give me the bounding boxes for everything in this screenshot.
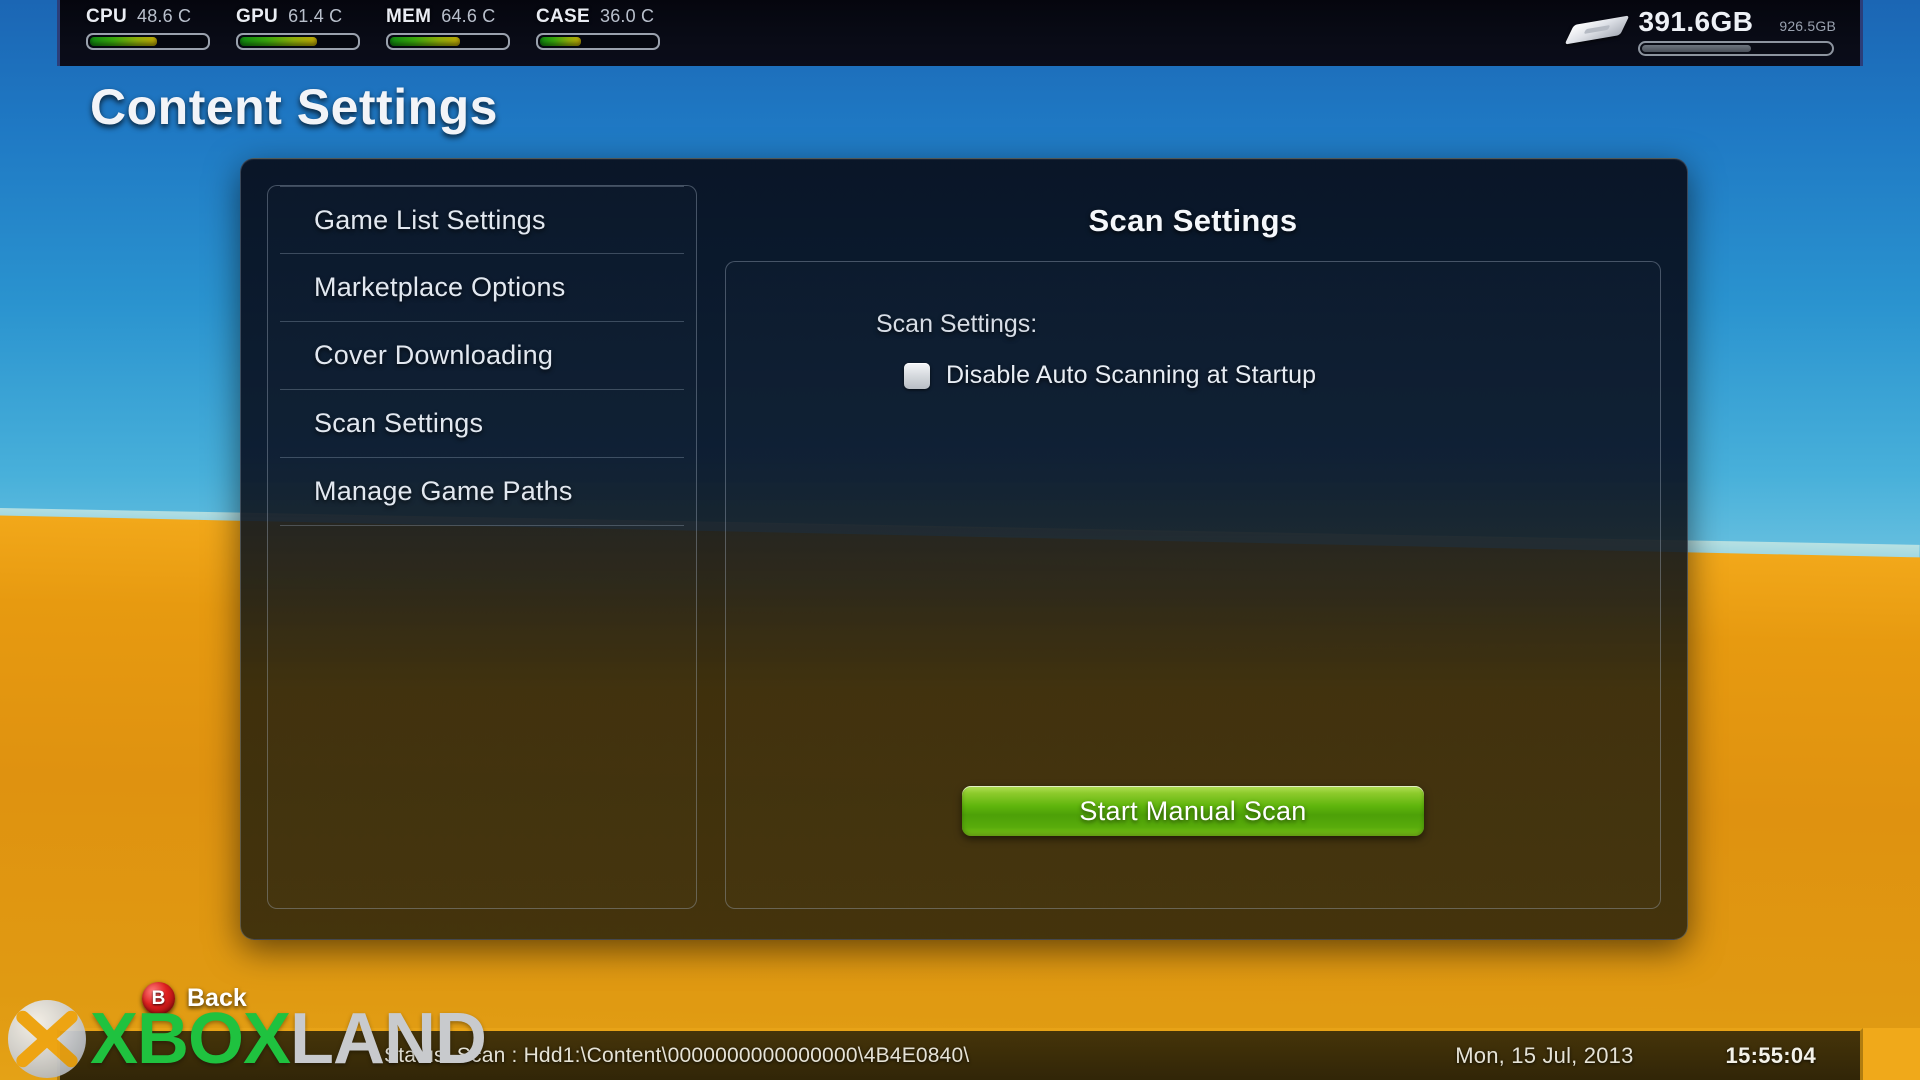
sensor-gpu: GPU 61.4 C [230, 6, 380, 50]
hardware-monitor-bar: CPU 48.6 C GPU 61.4 C MEM 64.6 C CASE 36… [57, 0, 1863, 66]
sensor-mem: MEM 64.6 C [380, 6, 530, 50]
sensor-group: CPU 48.6 C GPU 61.4 C MEM 64.6 C CASE 36… [60, 0, 680, 50]
sidebar-item-label: Game List Settings [314, 204, 546, 235]
sidebar-item-label: Marketplace Options [314, 272, 566, 302]
disable-auto-scanning-checkbox[interactable] [904, 362, 930, 389]
page-title: Content Settings [90, 79, 498, 135]
back-button[interactable]: B Back [142, 982, 247, 1015]
sidebar-item-label: Manage Game Paths [314, 476, 573, 506]
sensor-case-bar [536, 33, 660, 50]
status-date: Mon, 15 Jul, 2013 [1455, 1042, 1634, 1068]
status-bar: Status: Scan : Hdd1:\Content\00000000000… [57, 1028, 1863, 1080]
sidebar-item-scan-settings[interactable]: Scan Settings [280, 390, 684, 458]
sensor-cpu: CPU 48.6 C [80, 6, 230, 50]
sensor-gpu-value: 61.4 C [288, 6, 343, 26]
sensor-mem-name: MEM [386, 6, 432, 27]
sidebar-item-manage-game-paths[interactable]: Manage Game Paths [280, 458, 684, 526]
storage-bar-fill [1642, 45, 1752, 52]
sensor-case-name: CASE [536, 6, 590, 27]
sensor-case-value: 36.0 C [600, 6, 655, 26]
sensor-cpu-bar-fill [90, 37, 158, 46]
disable-auto-scanning-row[interactable]: Disable Auto Scanning at Startup [904, 361, 1660, 390]
sidebar-item-label: Scan Settings [314, 408, 484, 438]
sensor-cpu-name: CPU [86, 6, 128, 27]
sensor-mem-value: 64.6 C [441, 6, 496, 26]
right-edge-accent [1863, 1028, 1920, 1080]
storage-free-value: 391.6GB [1638, 6, 1754, 37]
settings-category-menu: Game List Settings Marketplace Options C… [267, 185, 697, 909]
disable-auto-scanning-label: Disable Auto Scanning at Startup [946, 361, 1317, 389]
sidebar-item-label: Cover Downloading [314, 340, 554, 370]
scan-settings-content-box: Scan Settings: Disable Auto Scanning at … [725, 261, 1661, 909]
sensor-cpu-value: 48.6 C [137, 6, 192, 26]
detail-pane-title: Scan Settings [1088, 203, 1298, 238]
sidebar-item-game-list-settings[interactable]: Game List Settings [280, 186, 684, 254]
sensor-mem-bar-fill [390, 37, 460, 46]
status-time: 15:55:04 [1725, 1042, 1816, 1068]
hard-drive-icon [1564, 14, 1630, 48]
sensor-gpu-bar [236, 33, 360, 50]
sidebar-item-cover-downloading[interactable]: Cover Downloading [280, 322, 684, 390]
sensor-gpu-name: GPU [236, 6, 279, 27]
b-button-icon: B [142, 982, 175, 1015]
back-button-label: Back [187, 984, 247, 1012]
sensor-case-bar-fill [540, 37, 581, 46]
start-manual-scan-button[interactable]: Start Manual Scan [962, 786, 1424, 836]
settings-detail-pane: Scan Settings Scan Settings: Disable Aut… [725, 185, 1661, 909]
sensor-cpu-bar [86, 33, 210, 50]
sensor-mem-bar [386, 33, 510, 50]
scan-settings-section-label: Scan Settings: [876, 310, 1038, 338]
content-settings-panel: Game List Settings Marketplace Options C… [240, 158, 1688, 940]
sensor-gpu-bar-fill [240, 37, 317, 46]
status-message: Status: Scan : Hdd1:\Content\00000000000… [384, 1043, 970, 1067]
storage-indicator: 391.6GB 926.5GB [1564, 0, 1860, 56]
sensor-case: CASE 36.0 C [530, 6, 680, 50]
storage-bar [1638, 41, 1835, 56]
sidebar-item-marketplace-options[interactable]: Marketplace Options [280, 254, 684, 322]
storage-total-value: 926.5GB [1779, 18, 1836, 34]
